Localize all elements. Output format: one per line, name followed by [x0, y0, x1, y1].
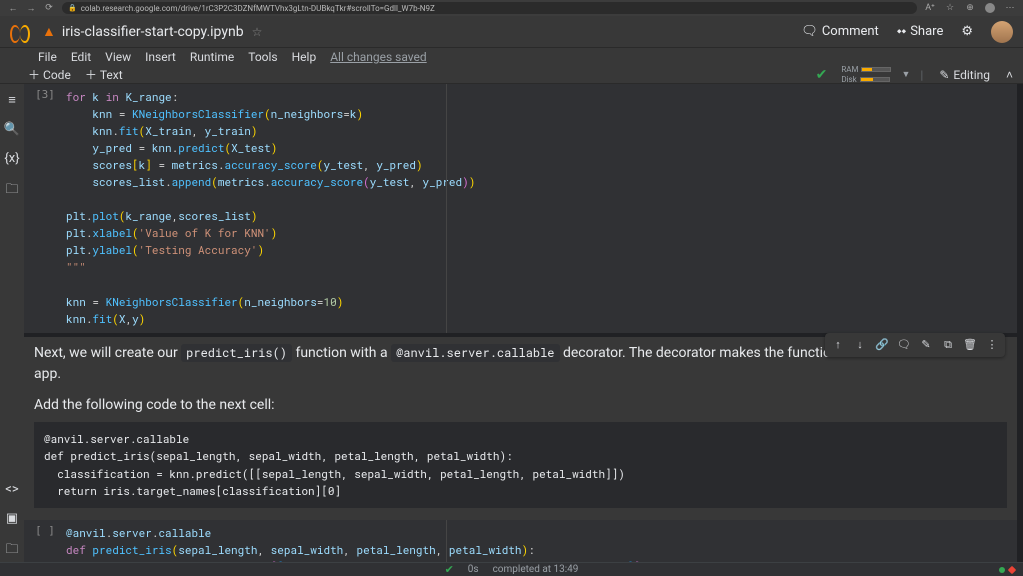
link-icon[interactable]: 🔗	[873, 336, 891, 354]
cell-toolbar: ↑ ↓ 🔗 🗨 ✎ ⧉ 🗑 ⋮	[825, 333, 1005, 357]
colab-header: ▲ iris-classifier-start-copy.ipynb ☆ 🗨Co…	[0, 16, 1023, 48]
browser-right-icons: A⁺ ☆ ⊕ ⋯	[925, 3, 1015, 13]
files-icon[interactable]: 🗀	[5, 180, 18, 202]
pencil-icon: ✎	[939, 68, 949, 82]
collections-icon[interactable]: ⊕	[965, 3, 975, 13]
comment-button[interactable]: 🗨Comment	[801, 24, 879, 39]
menu-insert[interactable]: Insert	[145, 50, 176, 64]
menu-edit[interactable]: Edit	[71, 50, 91, 64]
browser-top-bar: ← → ⟳ 🔒 colab.research.google.com/drive/…	[0, 0, 1023, 16]
mirror-icon[interactable]: ⧉	[939, 336, 957, 354]
status-bar: ✔ 0s completed at 13:49	[0, 562, 1023, 576]
add-code-button[interactable]: ＋Code	[28, 66, 71, 83]
document-title[interactable]: iris-classifier-start-copy.ipynb	[62, 24, 244, 40]
notebook-area[interactable]: [3] for k in K_range: knn = KNeighborsCl…	[24, 84, 1023, 562]
comment-icon: 🗨	[801, 24, 818, 39]
add-text-button[interactable]: ＋Text	[85, 66, 123, 83]
more-cell-icon[interactable]: ⋮	[983, 336, 1001, 354]
markdown-code-block: @anvil.server.callable def predict_iris(…	[34, 422, 1007, 508]
user-avatar[interactable]	[991, 21, 1013, 43]
status-check-icon: ✔	[445, 563, 454, 576]
completed-time: completed at 13:49	[493, 564, 579, 575]
menu-file[interactable]: File	[38, 50, 57, 64]
save-status[interactable]: All changes saved	[330, 50, 426, 64]
text-cell[interactable]: ▼ ↑ ↓ 🔗 🗨 ✎ ⧉ 🗑 ⋮ Next, we will create o…	[24, 337, 1017, 520]
comment-cell-icon[interactable]: 🗨	[895, 336, 913, 354]
url-text: colab.research.google.com/drive/1rC3P2C3…	[81, 4, 435, 13]
check-icon: ✔	[816, 67, 828, 83]
code-editor[interactable]: @anvil.server.callable def predict_iris(…	[66, 520, 1017, 562]
menu-view[interactable]: View	[105, 50, 131, 64]
profile-avatar-small[interactable]	[985, 3, 995, 13]
resource-meters[interactable]: RAM Disk	[841, 65, 891, 84]
resource-dropdown-icon[interactable]: ▼	[901, 69, 910, 80]
text-paragraph: Add the following code to the next cell:	[34, 395, 1007, 416]
left-sidebar: ≡ 🔍 {x} 🗀 <> ▣ 🗀	[0, 84, 24, 562]
cell-execution-count[interactable]: [3]	[24, 84, 66, 333]
share-button[interactable]: ⬩⬩Share	[897, 24, 944, 39]
collapse-header-icon[interactable]: ˄	[1006, 68, 1013, 82]
inline-code: @anvil.server.callable	[391, 344, 559, 362]
folder-bottom-icon[interactable]: 🗀	[5, 540, 18, 562]
address-bar[interactable]: 🔒 colab.research.google.com/drive/1rC3P2…	[62, 2, 917, 14]
settings-icon[interactable]: ⚙	[961, 24, 973, 39]
terminal-icon[interactable]: ▣	[6, 511, 18, 526]
menu-bar: File Edit View Insert Runtime Tools Help…	[0, 48, 1023, 66]
menu-help[interactable]: Help	[292, 50, 317, 64]
error-status-icon[interactable]	[1008, 565, 1016, 573]
lock-icon: 🔒	[68, 4, 77, 12]
notebook-toolbar: ＋Code ＋Text ✔ RAM Disk ▼ | ✎Editing ˄	[0, 66, 1023, 84]
more-icon[interactable]: ⋯	[1005, 3, 1015, 13]
reload-icon[interactable]: ⟳	[44, 3, 54, 13]
delete-icon[interactable]: 🗑	[961, 336, 979, 354]
inline-code: predict_iris()	[181, 344, 292, 362]
drive-file-icon: ▲	[42, 23, 56, 40]
menu-runtime[interactable]: Runtime	[190, 50, 234, 64]
editing-mode-button[interactable]: ✎Editing	[933, 68, 996, 82]
code-snippets-icon[interactable]: <>	[5, 482, 18, 497]
star-icon[interactable]: ☆	[252, 25, 263, 39]
code-cell[interactable]: [ ] @anvil.server.callable def predict_i…	[24, 520, 1017, 562]
search-icon[interactable]: 🔍	[4, 122, 20, 137]
execution-time: 0s	[468, 564, 479, 575]
variables-icon[interactable]: {x}	[4, 151, 19, 166]
share-icon: ⬩⬩	[897, 24, 906, 39]
code-editor[interactable]: for k in K_range: knn = KNeighborsClassi…	[66, 84, 1017, 333]
back-icon[interactable]: ←	[8, 3, 18, 13]
menu-tools[interactable]: Tools	[248, 50, 277, 64]
move-down-icon[interactable]: ↓	[851, 336, 869, 354]
favorite-icon[interactable]: ☆	[945, 3, 955, 13]
edit-icon[interactable]: ✎	[917, 336, 935, 354]
code-cell[interactable]: [3] for k in K_range: knn = KNeighborsCl…	[24, 84, 1017, 333]
connection-status-icon[interactable]	[999, 567, 1005, 573]
move-up-icon[interactable]: ↑	[829, 336, 847, 354]
reader-icon[interactable]: A⁺	[925, 3, 935, 13]
forward-icon[interactable]: →	[26, 3, 36, 13]
colab-logo-icon[interactable]	[10, 22, 30, 42]
toc-icon[interactable]: ≡	[8, 92, 16, 108]
cell-execution-count[interactable]: [ ]	[24, 520, 66, 562]
